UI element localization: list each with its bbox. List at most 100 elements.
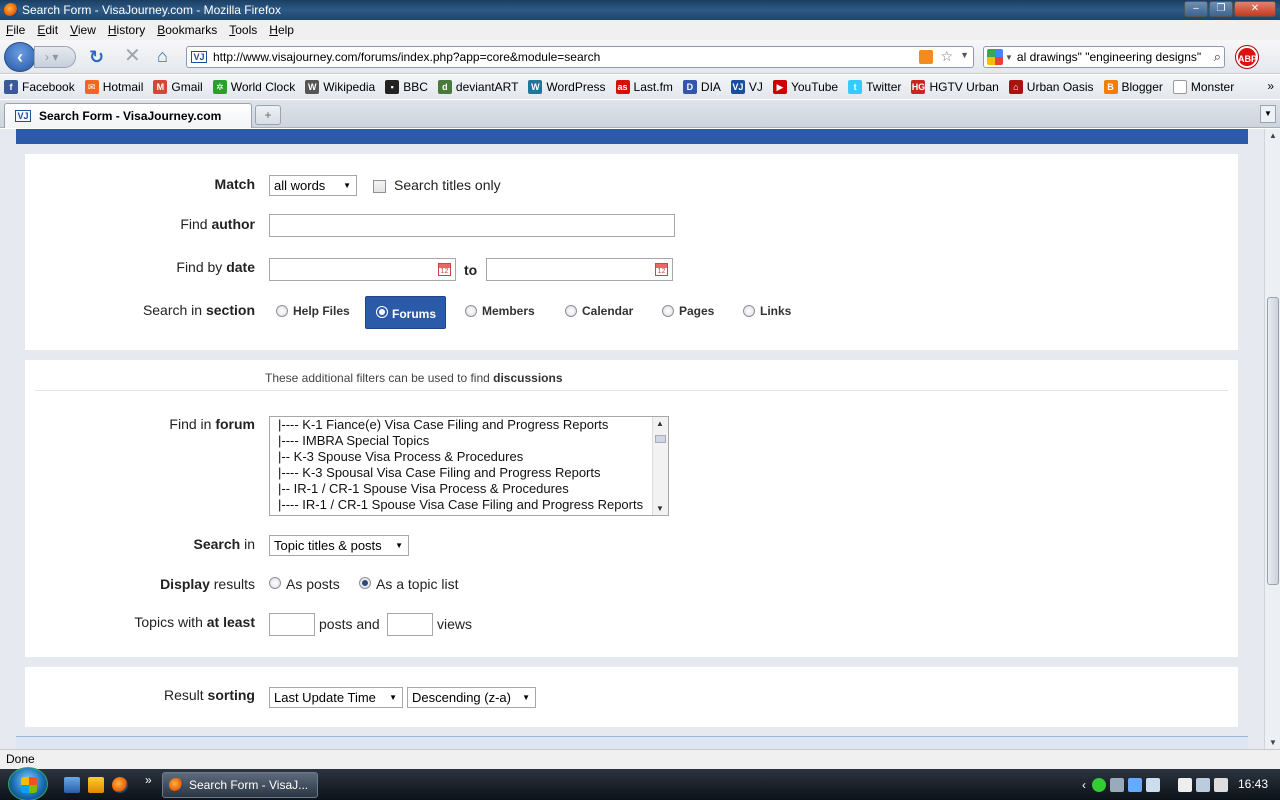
reload-icon[interactable]: ↻ — [89, 48, 104, 66]
tray-app-icon[interactable] — [1146, 778, 1160, 792]
radio-help-files[interactable] — [276, 305, 288, 317]
sort-field-select[interactable]: Last Update Time ▼ — [269, 687, 403, 708]
date-to-input[interactable]: 12 — [486, 258, 673, 281]
section-calendar[interactable]: Calendar — [565, 304, 633, 318]
engine-dropdown-icon[interactable]: ▼ — [1005, 53, 1013, 62]
home-icon[interactable]: ⌂ — [157, 45, 168, 67]
min-posts-input[interactable] — [269, 613, 315, 636]
adblock-plus-icon[interactable]: ABP — [1236, 46, 1258, 68]
list-item[interactable]: |---- K-3 Spousal Visa Case Filing and P… — [270, 465, 668, 481]
media-player-icon[interactable] — [88, 777, 104, 793]
clock[interactable]: 16:43 — [1238, 777, 1268, 791]
radio-calendar[interactable] — [565, 305, 577, 317]
close-button[interactable]: ✕ — [1234, 1, 1276, 17]
bookmark-item[interactable]: as Last.fm — [615, 80, 673, 94]
menu-file[interactable]: File — [6, 23, 25, 37]
bookmark-item[interactable]: Monster — [1172, 80, 1234, 94]
maximize-button[interactable]: ❐ — [1209, 1, 1233, 17]
taskbar-firefox-task[interactable]: Search Form - VisaJ... — [162, 772, 318, 798]
search-input[interactable]: al drawings" "engineering designs" — [1017, 50, 1203, 64]
author-input[interactable] — [269, 214, 675, 237]
stop-icon[interactable]: ✕ — [124, 46, 141, 66]
menu-bookmarks[interactable]: Bookmarks — [157, 23, 217, 37]
bookmark-item[interactable]: t Twitter — [848, 80, 901, 94]
bookmark-item[interactable]: HG HGTV Urban — [911, 80, 999, 94]
forum-listbox[interactable]: |---- K-1 Fiance(e) Visa Case Filing and… — [269, 416, 669, 516]
rss-feed-icon[interactable] — [919, 50, 933, 64]
url-text[interactable]: http://www.visajourney.com/forums/index.… — [213, 50, 600, 64]
action-center-icon[interactable] — [1178, 778, 1192, 792]
bookmark-item[interactable]: ▪ BBC — [385, 80, 428, 94]
url-history-dropdown-icon[interactable]: ▼ — [960, 50, 969, 60]
scroll-down-icon[interactable]: ▼ — [1269, 738, 1277, 747]
radio-members[interactable] — [465, 305, 477, 317]
bookmark-item[interactable]: ✉ Hotmail — [84, 80, 143, 94]
bookmark-item[interactable]: ⌂ Urban Oasis — [1008, 80, 1094, 94]
radio-forums[interactable] — [376, 306, 388, 318]
minimize-button[interactable]: – — [1184, 1, 1208, 17]
menu-tools[interactable]: Tools — [229, 23, 257, 37]
monitor-icon[interactable] — [1128, 778, 1142, 792]
bookmark-item[interactable]: ✲ World Clock — [212, 80, 295, 94]
scroll-thumb[interactable] — [1267, 297, 1279, 585]
calendar-icon[interactable]: 12 — [438, 263, 451, 276]
search-titles-only-checkbox[interactable] — [373, 180, 386, 193]
min-views-input[interactable] — [387, 613, 433, 636]
scroll-down-icon[interactable]: ▼ — [656, 504, 664, 513]
search-magnifier-icon[interactable]: ⌕ — [1214, 49, 1221, 65]
section-pages[interactable]: Pages — [662, 304, 714, 318]
menu-help[interactable]: Help — [269, 23, 294, 37]
bookmark-item[interactable]: B Blogger — [1103, 80, 1163, 94]
scroll-up-icon[interactable]: ▲ — [656, 419, 664, 428]
firefox-quicklaunch-icon[interactable] — [112, 777, 128, 793]
tab-search-form[interactable]: VJ Search Form - VisaJourney.com — [4, 103, 252, 128]
calendar-icon[interactable]: 12 — [655, 263, 668, 276]
section-members[interactable]: Members — [465, 304, 535, 318]
url-bar[interactable]: VJ http://www.visajourney.com/forums/ind… — [186, 46, 974, 68]
section-forums[interactable]: Forums — [365, 296, 446, 329]
list-item[interactable]: |-- K-3 Spouse Visa Process & Procedures — [270, 449, 668, 465]
match-select[interactable]: all words ▼ — [269, 175, 357, 196]
bookmark-item[interactable]: f Facebook — [4, 80, 75, 94]
list-item[interactable]: |---- IR-1 / CR-1 Spouse Visa Case Filin… — [270, 497, 668, 513]
show-desktop-icon[interactable] — [64, 777, 80, 793]
volume-icon[interactable] — [1214, 778, 1228, 792]
search-bar[interactable]: ▼ al drawings" "engineering designs" ⌕ — [983, 46, 1225, 68]
bookmarks-overflow-icon[interactable]: » — [1267, 79, 1274, 93]
bookmark-item[interactable]: d deviantART — [437, 80, 518, 94]
tab-list-dropdown-icon[interactable]: ▼ — [1260, 105, 1276, 123]
bookmark-item[interactable]: W WordPress — [528, 80, 606, 94]
quicklaunch-more-icon[interactable]: » — [145, 773, 152, 787]
section-links[interactable]: Links — [743, 304, 791, 318]
bookmark-item[interactable]: M Gmail — [153, 80, 203, 94]
radio-pages[interactable] — [662, 305, 674, 317]
radio-links[interactable] — [743, 305, 755, 317]
listbox-scrollbar[interactable]: ▲ ▼ — [652, 417, 668, 515]
messenger-icon[interactable] — [1092, 778, 1106, 792]
date-from-input[interactable]: 12 — [269, 258, 456, 281]
menu-history[interactable]: History — [108, 23, 145, 37]
search-in-select[interactable]: Topic titles & posts ▼ — [269, 535, 409, 556]
list-item[interactable]: |-- IR-1 / CR-1 Spouse Visa Process & Pr… — [270, 481, 668, 497]
bookmark-item[interactable]: VJ VJ — [730, 80, 763, 94]
section-help-files[interactable]: Help Files — [276, 304, 350, 318]
start-button[interactable] — [8, 767, 48, 800]
new-tab-button[interactable]: + — [255, 105, 281, 125]
sort-order-select[interactable]: Descending (z-a) ▼ — [407, 687, 536, 708]
radio-as-topic-list[interactable] — [359, 577, 371, 589]
list-item[interactable]: |---- IMBRA Special Topics — [270, 433, 668, 449]
back-button[interactable]: ‹ — [4, 42, 36, 72]
network-status-icon[interactable] — [1196, 778, 1210, 792]
forward-button[interactable]: › ▾ — [34, 46, 76, 68]
bookmark-item[interactable]: ▶ YouTube — [772, 80, 838, 94]
network-icon[interactable] — [1110, 778, 1124, 792]
google-engine-icon[interactable] — [987, 49, 1003, 65]
menu-view[interactable]: View — [70, 23, 96, 37]
bookmark-item[interactable]: D DIA — [682, 80, 721, 94]
scroll-up-icon[interactable]: ▲ — [1269, 131, 1277, 140]
scroll-thumb[interactable] — [655, 435, 666, 443]
list-item[interactable]: |---- K-1 Fiance(e) Visa Case Filing and… — [270, 417, 668, 433]
bookmark-item[interactable]: W Wikipedia — [305, 80, 375, 94]
tray-expand-icon[interactable]: ‹ — [1082, 778, 1086, 792]
radio-as-posts[interactable] — [269, 577, 281, 589]
